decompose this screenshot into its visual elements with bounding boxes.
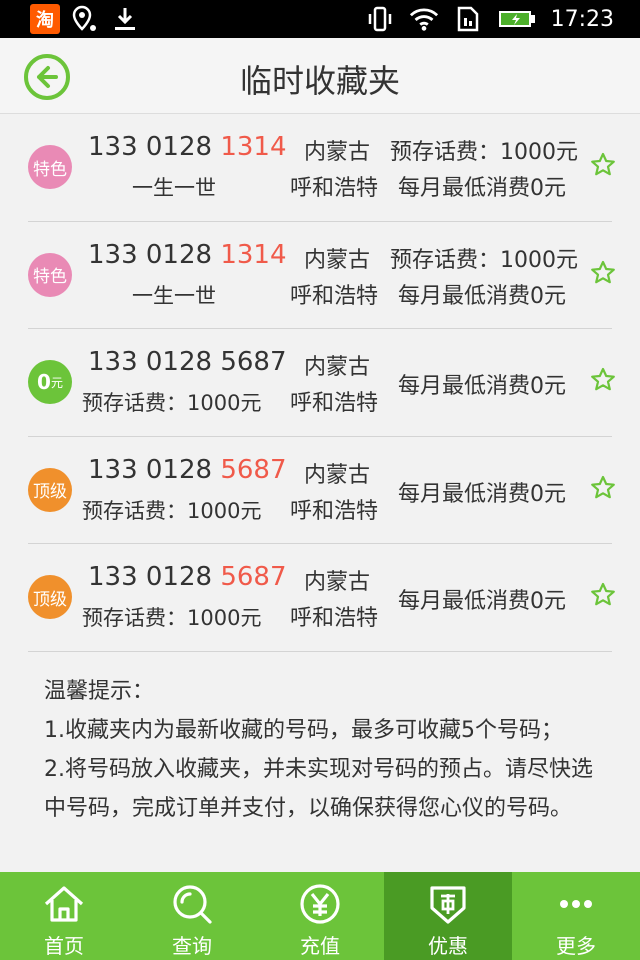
- clock: 17:23: [550, 6, 614, 32]
- status-bar: 淘 17:23: [0, 0, 640, 38]
- top-grade-badge: 顶级: [28, 575, 72, 619]
- region-province: 内蒙古: [304, 247, 371, 273]
- tab-recharge-label: 充值: [300, 934, 340, 958]
- phone-number: 133 0128 1314: [88, 239, 287, 270]
- star-icon[interactable]: [590, 367, 616, 393]
- list-item[interactable]: 顶级 133 0128 5687 预存话费：1000元 内蒙古 呼和浩特 每月最…: [28, 544, 615, 652]
- wifi-icon: [409, 4, 439, 34]
- prestore-fee: 预存话费：1000元: [82, 391, 262, 415]
- tips-title: 温馨提示：: [44, 679, 155, 704]
- min-spend: 每月最低消费0元: [398, 176, 566, 201]
- tips-line-2: 2.将号码放入收藏夹，并未实现对号码的预占。请尽快选中号码，完成订单并支付，以确…: [44, 757, 593, 821]
- zero-yuan-badge: 0元: [28, 360, 72, 404]
- more-icon: [560, 900, 592, 908]
- region-city: 呼和浩特: [290, 176, 379, 201]
- min-spend: 每月最低消费0元: [398, 589, 566, 614]
- phone-number: 133 0128 5687: [88, 347, 287, 377]
- phone-number: 133 0128 1314: [88, 132, 287, 162]
- tips-line-1: 1.收藏夹内为最新收藏的号码，最多可收藏5个号码；: [44, 718, 563, 743]
- min-spend: 每月最低消费0元: [398, 374, 566, 399]
- list-item[interactable]: 特色 133 0128 1314 一生一世 内蒙古 呼和浩特 预存话费：1000…: [28, 222, 615, 329]
- star-icon[interactable]: [590, 475, 616, 501]
- top-grade-badge: 顶级: [28, 467, 72, 512]
- vibrate-icon: [365, 4, 395, 34]
- star-icon[interactable]: [590, 152, 616, 178]
- region-province: 内蒙古: [304, 140, 371, 165]
- min-spend: 每月最低消费0元: [398, 481, 566, 507]
- region-city: 呼和浩特: [290, 283, 379, 309]
- search-icon: [173, 885, 212, 924]
- prestore-fee: 预存话费：1000元: [82, 606, 262, 630]
- prestore-fee: 预存话费：1000元: [82, 498, 262, 523]
- region-province: 内蒙古: [304, 462, 371, 488]
- region-city: 呼和浩特: [290, 498, 379, 524]
- prestore-fee: 预存话费：1000元: [390, 140, 578, 165]
- yen-icon: [300, 884, 340, 924]
- page-title: 临时收藏夹: [239, 62, 400, 100]
- tab-recharge[interactable]: 充值: [256, 872, 384, 960]
- tab-more[interactable]: 更多: [512, 872, 640, 960]
- tab-discount[interactable]: 优惠: [384, 872, 512, 960]
- special-badge: 特色: [28, 252, 72, 297]
- sim-icon: [453, 4, 483, 34]
- tips-section: 温馨提示： 1.收藏夹内为最新收藏的号码，最多可收藏5个号码； 2.将号码放入收…: [44, 672, 614, 828]
- tab-search[interactable]: 查询: [128, 872, 256, 960]
- tab-home[interactable]: 首页: [0, 872, 128, 960]
- number-meaning: 一生一世: [132, 283, 216, 308]
- region-province: 内蒙古: [304, 355, 371, 380]
- region-city: 呼和浩特: [290, 391, 379, 416]
- list-item[interactable]: 特色 133 0128 1314 一生一世 内蒙古 呼和浩特 预存话费：1000…: [28, 114, 615, 222]
- star-icon[interactable]: [590, 582, 616, 608]
- phone-number: 133 0128 5687: [88, 454, 287, 485]
- region-province: 内蒙古: [304, 570, 371, 595]
- region-city: 呼和浩特: [290, 606, 379, 631]
- number-meaning: 一生一世: [132, 176, 216, 200]
- tab-search-label: 查询: [172, 934, 212, 958]
- tab-home-label: 首页: [44, 934, 84, 958]
- tab-more-label: 更多: [556, 934, 596, 958]
- star-icon[interactable]: [590, 260, 616, 286]
- taobao-app-icon: 淘: [30, 4, 60, 34]
- location-icon: [70, 4, 100, 34]
- list-item[interactable]: 顶级 133 0128 5687 预存话费：1000元 内蒙古 呼和浩特 每月最…: [28, 437, 615, 544]
- favorites-list: 特色 133 0128 1314 一生一世 内蒙古 呼和浩特 预存话费：1000…: [28, 114, 615, 652]
- bottom-tab-bar: 首页 查询 充值 优惠 更多: [0, 872, 640, 960]
- download-icon: [110, 4, 140, 34]
- special-badge: 特色: [28, 145, 72, 189]
- list-item[interactable]: 0元 133 0128 5687 预存话费：1000元 内蒙古 呼和浩特 每月最…: [28, 329, 615, 437]
- battery-icon: [497, 4, 537, 34]
- discount-icon: [430, 886, 466, 924]
- header: 临时收藏夹: [0, 38, 640, 114]
- home-icon: [44, 886, 84, 922]
- phone-number: 133 0128 5687: [88, 562, 287, 592]
- min-spend: 每月最低消费0元: [398, 283, 566, 309]
- tab-discount-label: 优惠: [428, 934, 468, 958]
- prestore-fee: 预存话费：1000元: [390, 247, 578, 273]
